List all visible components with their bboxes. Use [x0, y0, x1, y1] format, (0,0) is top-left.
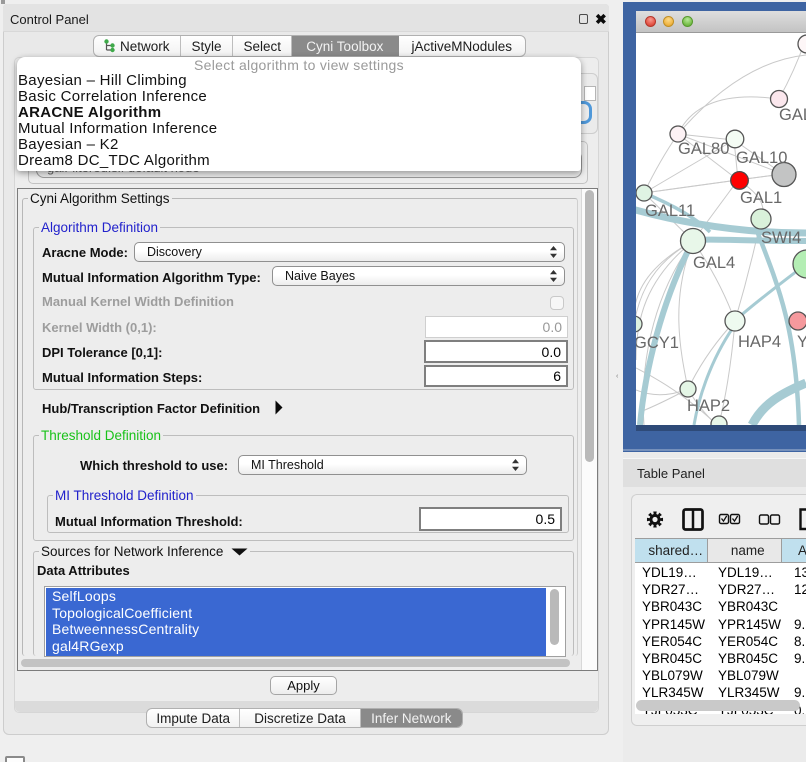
svg-text:GAL11: GAL11	[645, 202, 695, 220]
svg-text:SWI4: SWI4	[761, 229, 801, 247]
svg-text:GAL80: GAL80	[678, 140, 729, 158]
svg-text:HAP2: HAP2	[687, 397, 730, 415]
svg-text:GAL10: GAL10	[736, 149, 787, 167]
svg-text:HAP4: HAP4	[738, 333, 781, 351]
svg-text:GCY1: GCY1	[636, 334, 679, 352]
svg-text:GAL: GAL	[779, 106, 806, 124]
svg-text:GAL1: GAL1	[740, 189, 782, 207]
svg-text:Y: Y	[797, 333, 806, 351]
svg-text:GAL4: GAL4	[693, 254, 735, 272]
